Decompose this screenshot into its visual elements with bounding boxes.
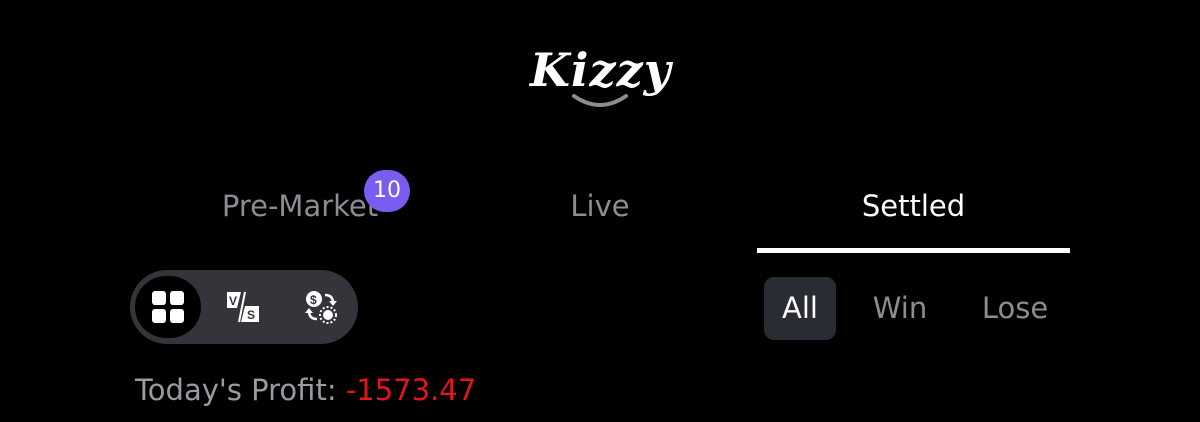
svg-text:S: S [247,308,255,322]
grid-icon [152,291,184,323]
profit-label: Today's Profit: [135,373,337,407]
tab-pre-market[interactable]: Pre-Market [140,180,460,232]
pre-market-count-badge: 10 [364,170,410,212]
app-logo: Kizzy [530,30,670,120]
tab-settled[interactable]: Settled [757,180,1070,232]
vs-icon: V S [227,291,259,323]
exchange-view-button[interactable]: $ [290,276,352,338]
filter-win-button[interactable]: Win [855,277,945,340]
filter-lose-button[interactable]: Lose [965,277,1065,340]
svg-text:$: $ [310,293,317,307]
view-mode-toggle: V S $ [130,270,358,344]
tab-live-label: Live [570,189,630,223]
todays-profit: Today's Profit: -1573.47 [135,370,476,410]
tab-settled-label: Settled [861,189,966,223]
svg-text:V: V [229,294,237,308]
tab-pre-market-label: Pre-Market [221,189,379,223]
dollar-exchange-icon: $ [305,291,337,324]
versus-view-button[interactable]: V S [212,276,274,338]
grid-view-button[interactable] [135,276,201,338]
active-tab-indicator [757,248,1070,253]
tab-live[interactable]: Live [450,180,750,232]
filter-all-button[interactable]: All [764,277,836,340]
logo-smile-icon [572,94,628,107]
profit-value: -1573.47 [345,373,477,407]
